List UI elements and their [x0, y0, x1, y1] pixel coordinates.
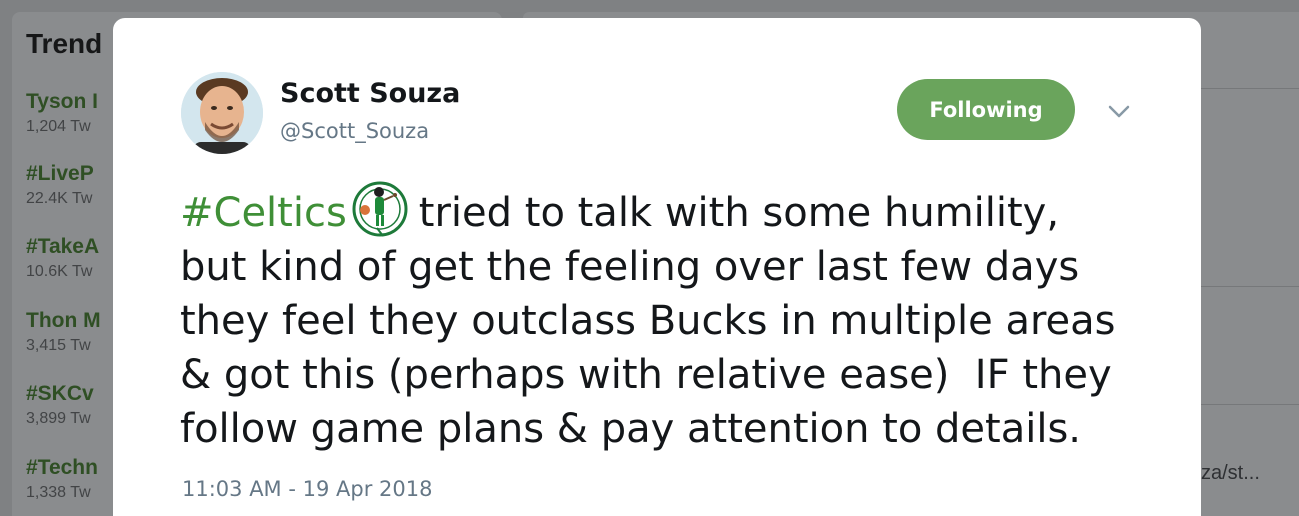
tweet-text-line: & got this (perhaps with relative ease) …: [180, 352, 1112, 398]
divider: [1200, 404, 1299, 405]
trend-count: 3,899 Tw: [26, 410, 91, 427]
tweet-timestamp[interactable]: 11:03 AM - 19 Apr 2018: [182, 477, 432, 501]
divider: [1200, 286, 1299, 287]
tweet-text: #Celtics tried to talk with some humilit…: [180, 178, 1180, 456]
tweet-line-1: #Celtics tried to talk with some humilit…: [180, 178, 1180, 240]
following-button[interactable]: Following: [897, 79, 1075, 140]
tweet-text-line: they feel they outclass Bucks in multipl…: [180, 298, 1116, 344]
trend-name: #Techn: [26, 456, 98, 479]
trends-title: Trend: [26, 28, 103, 59]
celtics-logo-icon: [349, 178, 411, 240]
author-handle[interactable]: @Scott_Souza: [280, 119, 429, 143]
trend-count: 1,204 Tw: [26, 118, 91, 135]
trend-item[interactable]: Thon M 3,415 Tw: [26, 309, 101, 355]
trend-count: 1,338 Tw: [26, 484, 91, 501]
hashtag-link[interactable]: #Celtics: [180, 190, 347, 236]
trend-name: #LiveP: [26, 162, 94, 185]
trend-item[interactable]: #LiveP 22.4K Tw: [26, 162, 94, 208]
author-name[interactable]: Scott Souza: [280, 78, 460, 109]
trend-item[interactable]: Tyson I 1,204 Tw: [26, 90, 98, 136]
trend-name: #SKCv: [26, 382, 94, 405]
trend-count: 3,415 Tw: [26, 337, 91, 354]
trend-count: 22.4K Tw: [26, 190, 93, 207]
trend-name: #TakeA: [26, 235, 100, 258]
divider: [1200, 88, 1299, 89]
trend-name: Thon M: [26, 309, 101, 332]
trend-item[interactable]: #TakeA 10.6K Tw: [26, 235, 99, 281]
tweet-modal: Scott Souza @Scott_Souza Following #Celt…: [113, 18, 1201, 516]
tweet-text-line: follow game plans & pay attention to det…: [180, 406, 1082, 452]
trend-item[interactable]: #Techn 1,338 Tw: [26, 456, 98, 502]
avatar[interactable]: [181, 72, 263, 154]
tweet-text-line: tried to talk with some humility,: [418, 190, 1060, 236]
trend-count: 10.6K Tw: [26, 263, 93, 280]
chevron-down-icon[interactable]: [1106, 102, 1132, 122]
trend-name: Tyson I: [26, 90, 98, 113]
tweet-link[interactable]: za/st...: [1201, 462, 1260, 485]
trend-item[interactable]: #SKCv 3,899 Tw: [26, 382, 94, 428]
avatar-image: [181, 72, 263, 154]
tweet-text-line: but kind of get the feeling over last fe…: [180, 244, 1080, 290]
